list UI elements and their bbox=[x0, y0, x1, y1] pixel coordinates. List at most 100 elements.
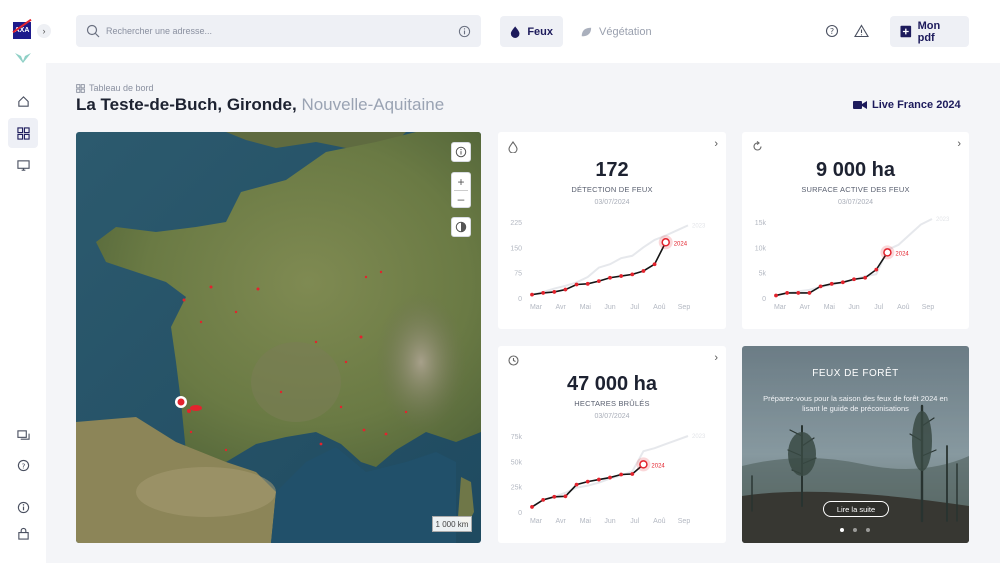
card-detail-chevron[interactable]: › bbox=[714, 138, 718, 150]
x-tick-label: Sep bbox=[678, 518, 691, 525]
carousel-dot[interactable] bbox=[840, 528, 844, 532]
series-2024-point bbox=[785, 291, 790, 295]
map-canvas bbox=[76, 132, 481, 543]
y-tick-label: 0 bbox=[518, 510, 522, 517]
location-name: La Teste-de-Buch, Gironde, bbox=[76, 95, 297, 114]
tab-vegetation-label: Végétation bbox=[599, 25, 652, 38]
series-2024-point bbox=[818, 284, 823, 289]
x-tick-label: Avr bbox=[555, 304, 566, 311]
video-camera-icon bbox=[853, 101, 867, 109]
carousel-dot[interactable] bbox=[866, 528, 870, 532]
series-2024-point bbox=[840, 280, 845, 285]
expand-sidebar-button[interactable]: › bbox=[37, 24, 51, 38]
card-value: 47 000 ha bbox=[566, 373, 658, 395]
search-input[interactable] bbox=[106, 26, 458, 36]
card-date: 03/07/2024 bbox=[594, 199, 630, 206]
dashboard-small-icon bbox=[76, 83, 85, 93]
card-burned-hectares[interactable]: › 47 000 ha HECTARES BRÛLÉS 03/07/2024 7… bbox=[498, 346, 726, 543]
promo-title: FEUX DE FORÊT bbox=[812, 368, 899, 379]
series-2024-point bbox=[807, 291, 812, 295]
map-info-icon bbox=[455, 146, 467, 158]
series-2024-point bbox=[585, 281, 590, 286]
card-active-surface[interactable]: › 9 000 ha SURFACE ACTIVE DES FEUX 03/07… bbox=[742, 132, 969, 329]
x-tick-label: Mai bbox=[580, 304, 592, 311]
search-bar bbox=[76, 15, 481, 47]
series-2024-point bbox=[585, 479, 590, 484]
card-detail-chevron[interactable]: › bbox=[957, 138, 961, 150]
series-2024-label: 2024 bbox=[895, 251, 909, 257]
zoom-in-button[interactable]: + bbox=[457, 174, 464, 190]
map-info-button[interactable] bbox=[451, 142, 471, 162]
series-2024-point bbox=[874, 267, 879, 272]
series-2024-point bbox=[852, 277, 856, 282]
card-detail-chevron[interactable]: › bbox=[714, 352, 718, 364]
map-scale: 1 000 km bbox=[432, 516, 472, 532]
series-2024-point bbox=[541, 291, 546, 295]
svg-text:?: ? bbox=[21, 461, 25, 470]
current-point bbox=[883, 248, 892, 257]
series-2024-point bbox=[829, 281, 834, 286]
card-value: 172 bbox=[595, 159, 629, 181]
series-2024-point bbox=[608, 275, 612, 280]
read-more-button[interactable]: Lire la suite bbox=[823, 501, 889, 517]
series-2024-point bbox=[652, 262, 657, 267]
current-point bbox=[661, 238, 670, 247]
dashboard-button[interactable] bbox=[8, 118, 38, 148]
y-tick-label: 225 bbox=[510, 220, 522, 227]
y-tick-label: 50k bbox=[511, 459, 523, 466]
series-2024-point bbox=[796, 291, 801, 295]
satellite-map[interactable] bbox=[76, 132, 481, 543]
monitor-button[interactable] bbox=[8, 150, 38, 180]
series-2024-point bbox=[774, 293, 778, 298]
warning-icon[interactable] bbox=[854, 24, 869, 38]
tab-feux[interactable]: Feux bbox=[500, 16, 563, 47]
series-2024-line bbox=[775, 251, 889, 297]
series-2024-label: 2024 bbox=[651, 463, 665, 469]
series-2024-label: 2024 bbox=[674, 241, 688, 247]
search-icon bbox=[86, 24, 100, 38]
my-pdf-button[interactable]: Mon pdf bbox=[890, 16, 969, 47]
live-france-link[interactable]: Live France 2024 bbox=[853, 99, 961, 111]
series-2023-label: 2023 bbox=[692, 434, 706, 440]
breadcrumb: Tableau de bord bbox=[76, 83, 154, 93]
y-tick-label: 25k bbox=[511, 485, 523, 492]
series-2024-point bbox=[608, 475, 612, 480]
home-button[interactable] bbox=[8, 86, 38, 116]
leaf-icon bbox=[581, 27, 592, 36]
series-2024-point bbox=[552, 494, 557, 499]
page-title: La Teste-de-Buch, Gironde, Nouvelle-Aqui… bbox=[76, 95, 444, 115]
fire-detection-chart: 225 150 75 0 Mar Avr Mai Jun Jul Aoû Sep 2023 2024 bbox=[510, 220, 706, 311]
y-tick-label: 150 bbox=[510, 245, 522, 252]
zoom-out-button[interactable]: – bbox=[458, 191, 465, 207]
x-tick-label: Sep bbox=[678, 304, 691, 311]
series-2024-point bbox=[863, 275, 868, 280]
carousel-dot[interactable] bbox=[853, 528, 857, 532]
x-tick-label: Jun bbox=[604, 304, 615, 311]
chat-icon bbox=[16, 429, 30, 440]
chat-button[interactable] bbox=[8, 420, 38, 450]
series-2024-point bbox=[619, 274, 624, 278]
series-2024-point bbox=[530, 505, 534, 509]
tab-vegetation[interactable]: Végétation bbox=[570, 16, 662, 47]
help-button[interactable]: ? bbox=[8, 450, 38, 480]
lock-button[interactable] bbox=[8, 518, 38, 548]
search-info-icon[interactable] bbox=[458, 25, 471, 38]
map-layer-button[interactable] bbox=[451, 217, 471, 237]
promo-text: Préparez-vous pour la saison des feux de… bbox=[763, 394, 948, 414]
series-2024-point bbox=[530, 292, 534, 297]
card-fire-detection[interactable]: › 172 DÉTECTION DE FEUX 03/07/2024 225 15… bbox=[498, 132, 726, 329]
sidebar: AXA › ? bbox=[0, 0, 51, 563]
card-value: 9 000 ha bbox=[816, 159, 895, 181]
add-document-icon bbox=[900, 25, 912, 38]
help-circle-icon[interactable]: ? bbox=[825, 24, 839, 38]
x-tick-label: Mai bbox=[580, 518, 592, 525]
y-tick-label: 75k bbox=[511, 434, 523, 441]
info-icon bbox=[17, 501, 29, 513]
x-tick-label: Avr bbox=[555, 518, 566, 525]
zoom-control: + – bbox=[451, 172, 471, 208]
y-tick-label: 75 bbox=[514, 271, 522, 278]
promo-forest-fires: FEUX DE FORÊT Préparez-vous pour la sais… bbox=[742, 346, 969, 543]
series-2024-point bbox=[596, 279, 601, 284]
series-2024-point bbox=[596, 477, 601, 482]
series-2023-label: 2023 bbox=[692, 223, 706, 229]
